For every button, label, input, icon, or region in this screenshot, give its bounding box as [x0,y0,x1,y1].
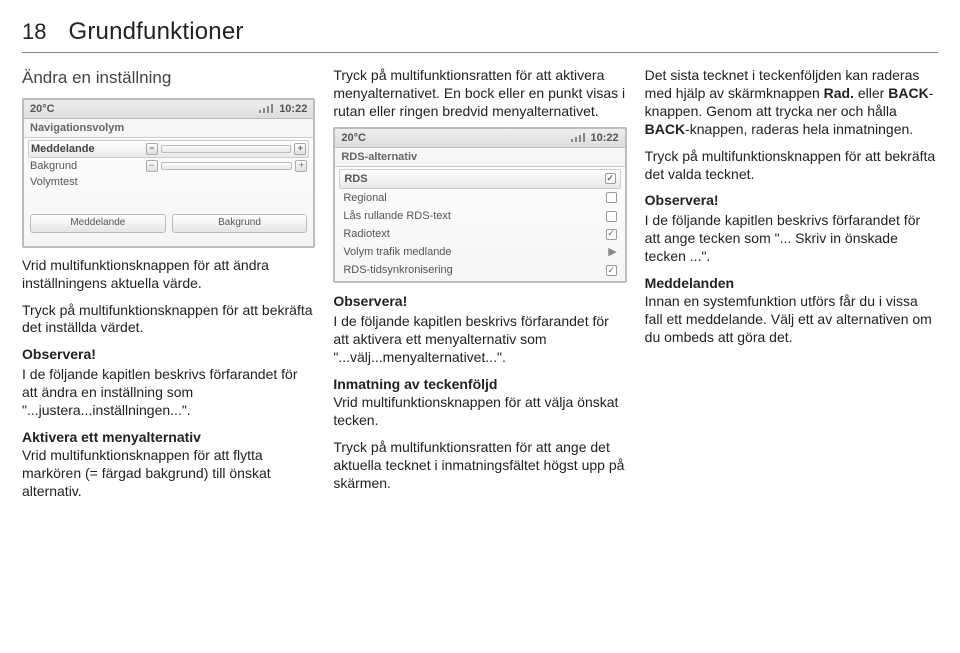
signal-icon [571,133,585,142]
screenshot-bottom-buttons: Meddelande Bakgrund [24,210,313,238]
plus-icon: + [294,143,306,155]
page: 18 Grundfunktioner Ändra en inställning … [0,0,960,653]
column-1: Ändra en inställning 20°C 10:22 Navigati… [22,67,315,501]
observera-title: Observera! [645,192,938,210]
paragraph: Tryck på multifunktionsknappen för att b… [645,148,938,184]
rds-row-label: Volym trafik medlande [343,245,451,259]
rds-row: Lås rullande RDS-text [339,207,620,225]
screenshot-rds-options: 20°C 10:22 RDS-alternativ RDS ✓ Regional [333,127,626,284]
inline-rest: Innan en systemfunktion utförs får du i … [645,293,932,345]
page-title: Grundfunktioner [68,18,243,46]
signal-icon [259,104,273,113]
paragraph: Tryck på multifunktionsknappen för att b… [22,302,315,338]
columns: Ändra en inställning 20°C 10:22 Navigati… [22,67,938,501]
menu-row-label: Bakgrund [30,159,146,173]
text-run: -knappen, raderas hela inmatningen. [685,121,913,137]
minus-icon: − [146,143,158,155]
chevron-right-icon: ▶ [608,245,616,259]
screenshot-body: Meddelande − + Bakgrund − + [24,138,313,192]
paragraph: Inmatning av teckenföljd Vrid multifunkt… [333,376,626,430]
clock-readout: 10:22 [591,131,619,145]
checkbox-checked-icon: ✓ [606,265,617,276]
checkbox-empty-icon [606,192,617,203]
screenshot-menu-title: Navigationsvolym [24,119,313,138]
screenshot-menu-title: RDS-alternativ [335,148,624,167]
checkbox-checked-icon: ✓ [605,173,616,184]
checkbox-empty-icon [606,211,617,222]
rds-row: Radiotext ✓ [339,225,620,243]
slider: − + [146,160,308,172]
clock-readout: 10:22 [279,102,307,116]
rds-row-label: Lås rullande RDS-text [343,209,451,223]
screenshot-button: Bakgrund [172,214,308,233]
slider: − + [146,143,307,155]
menu-row-label: Volymtest [30,175,307,189]
paragraph: Meddelanden Innan en systemfunktion utfö… [645,275,938,347]
observera-body: I de följande kapitlen beskrivs förfaran… [645,212,938,266]
page-header: 18 Grundfunktioner [22,18,938,46]
rds-row-highlighted: RDS ✓ [339,169,620,189]
rds-row-label: RDS-tidsynkronisering [343,263,452,277]
rds-row-label: Radiotext [343,227,389,241]
page-number: 18 [22,19,46,45]
inline-rest: Vrid multifunktionsknappen för att flytt… [22,447,271,499]
inline-lead: Meddelanden [645,275,734,291]
inline-rest: Vrid multifunktionsknappen för att välja… [333,394,618,428]
screenshot-status-bar: 20°C 10:22 [24,100,313,119]
temp-readout: 20°C [341,131,366,145]
observera-title: Observera! [333,293,626,311]
checkbox-checked-icon: ✓ [606,229,617,240]
inline-lead: Inmatning av teckenföljd [333,376,497,392]
rds-row-label: RDS [344,172,367,186]
menu-row: Volymtest [28,174,309,190]
observera-body: I de följande kapitlen beskrivs förfaran… [22,366,315,420]
text-run: eller [854,85,888,101]
paragraph: Aktivera ett menyalternativ Vrid multifu… [22,429,315,501]
paragraph: Det sista tecknet i teckenföljden kan ra… [645,67,938,139]
paragraph: Vrid multifunktionsknappen för att ändra… [22,257,315,293]
plus-icon: + [295,160,307,172]
header-rule [22,52,938,53]
menu-row-label: Meddelande [31,142,146,156]
rds-row: Regional [339,189,620,207]
paragraph: Tryck på multifunktionsratten för att ak… [333,67,626,121]
col1-subhead: Ändra en inställning [22,67,315,89]
rds-row-label: Regional [343,191,386,205]
menu-row: Bakgrund − + [28,158,309,174]
observera-title: Observera! [22,346,315,364]
column-3: Det sista tecknet i teckenföljden kan ra… [645,67,938,501]
rds-row: RDS-tidsynkronisering ✓ [339,261,620,279]
inline-lead: Aktivera ett menyalternativ [22,429,201,445]
screenshot-navigation-volume: 20°C 10:22 Navigationsvolym Meddelande −… [22,98,315,248]
rad-button-name: Rad. [824,85,854,101]
back-button-name: BACK [645,121,685,137]
minus-icon: − [146,160,158,172]
screenshot-status-bar: 20°C 10:22 [335,129,624,148]
paragraph: Tryck på multifunktionsratten för att an… [333,439,626,493]
screenshot-button: Meddelande [30,214,166,233]
temp-readout: 20°C [30,102,55,116]
screenshot-body: RDS ✓ Regional Lås rullande RDS-text Rad… [335,167,624,281]
back-button-name: BACK [888,85,928,101]
menu-row-highlighted: Meddelande − + [28,140,309,158]
observera-body: I de följande kapitlen beskrivs förfaran… [333,313,626,367]
rds-row: Volym trafik medlande ▶ [339,243,620,261]
column-2: Tryck på multifunktionsratten för att ak… [333,67,626,501]
